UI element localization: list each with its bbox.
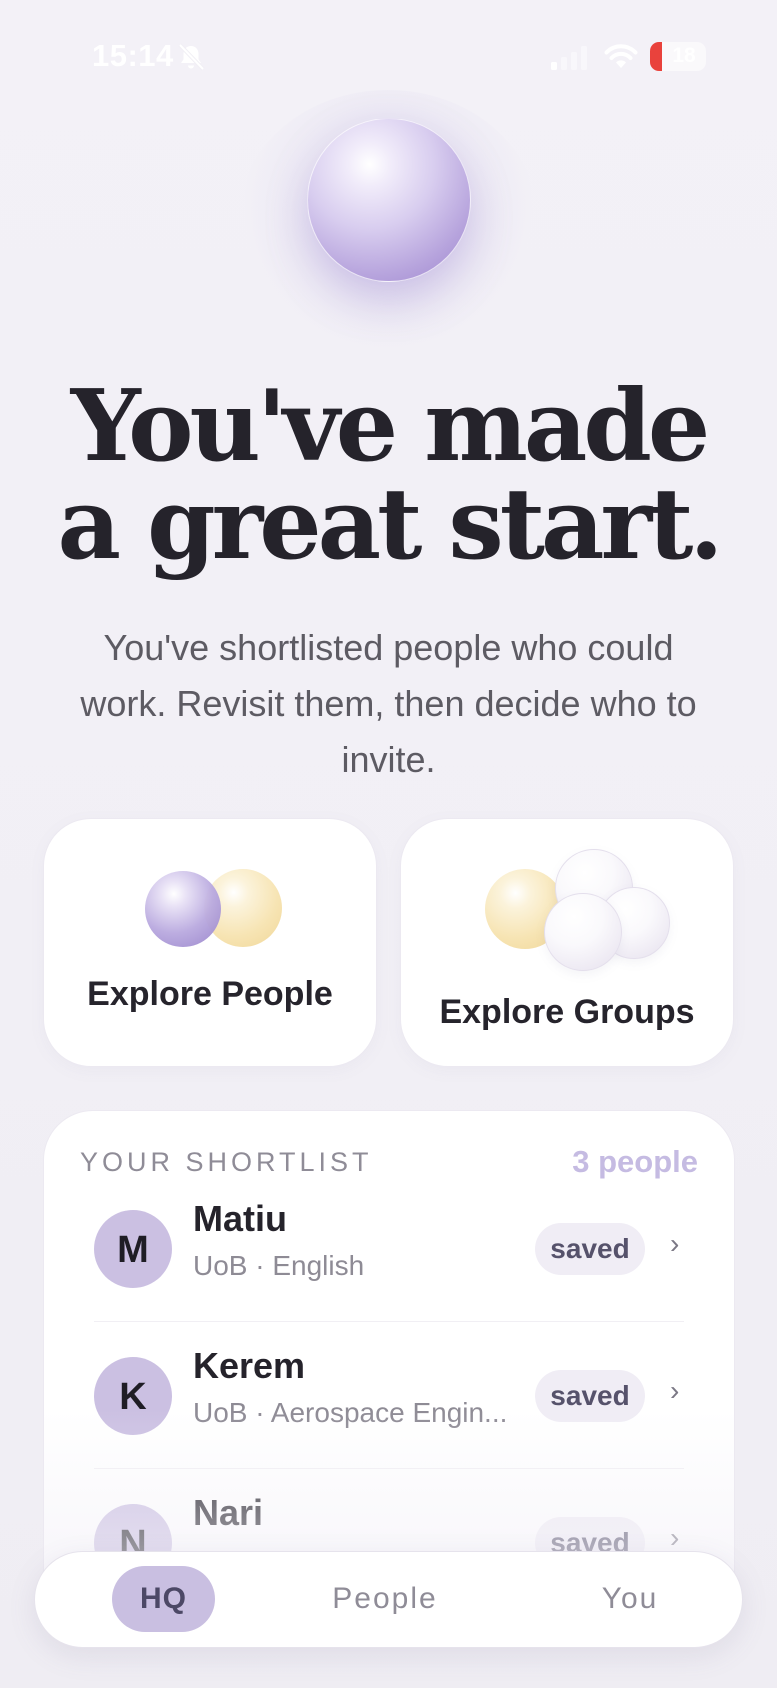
shortlist-title: YOUR SHORTLIST — [80, 1147, 373, 1177]
explore-people-label: Explore People — [87, 975, 333, 1013]
person-name: Kerem — [193, 1345, 306, 1386]
avatar: K — [94, 1357, 172, 1435]
person-subtitle: UoB · English — [193, 1250, 365, 1281]
purple-sphere-icon — [145, 871, 221, 947]
page-subtitle: You've shortlisted people who could work… — [80, 627, 697, 780]
avatar: M — [94, 1210, 172, 1288]
tab-people[interactable]: People — [305, 1566, 465, 1632]
page-title: You've made a great start. — [57, 369, 724, 582]
chevron-right-icon: › — [670, 1228, 680, 1259]
hq-screen: 15:14 18 You've made a great start. You'… — [0, 0, 777, 1688]
explore-people-card[interactable]: Explore People — [43, 818, 377, 1067]
chevron-right-icon: › — [670, 1375, 680, 1406]
hero-orb — [307, 118, 471, 282]
saved-badge: saved — [535, 1223, 645, 1275]
explore-groups-label: Explore Groups — [439, 993, 695, 1031]
tab-hq[interactable]: HQ — [112, 1566, 215, 1632]
battery-percent: 18 — [672, 44, 696, 67]
tab-you[interactable]: You — [575, 1566, 685, 1632]
battery-icon: 18 — [650, 42, 706, 71]
bell-slash-icon — [178, 43, 205, 71]
person-name: Matiu — [193, 1198, 287, 1239]
saved-badge: saved — [535, 1370, 645, 1422]
row-divider — [94, 1468, 684, 1469]
person-subtitle: UoB · Aerospace Engin... — [193, 1397, 508, 1428]
person-name: Nari — [193, 1492, 264, 1533]
wifi-icon — [604, 44, 638, 68]
bottom-nav: HQ People You — [34, 1551, 743, 1648]
explore-groups-card[interactable]: Explore Groups — [400, 818, 734, 1067]
row-divider — [94, 1321, 684, 1322]
status-time: 15:14 — [92, 38, 174, 73]
chevron-right-icon: › — [670, 1522, 680, 1553]
signal-icon — [551, 46, 587, 70]
battery-level — [650, 42, 662, 71]
shortlist-count: 3 people — [572, 1144, 698, 1179]
white-sphere-icon — [544, 893, 622, 971]
